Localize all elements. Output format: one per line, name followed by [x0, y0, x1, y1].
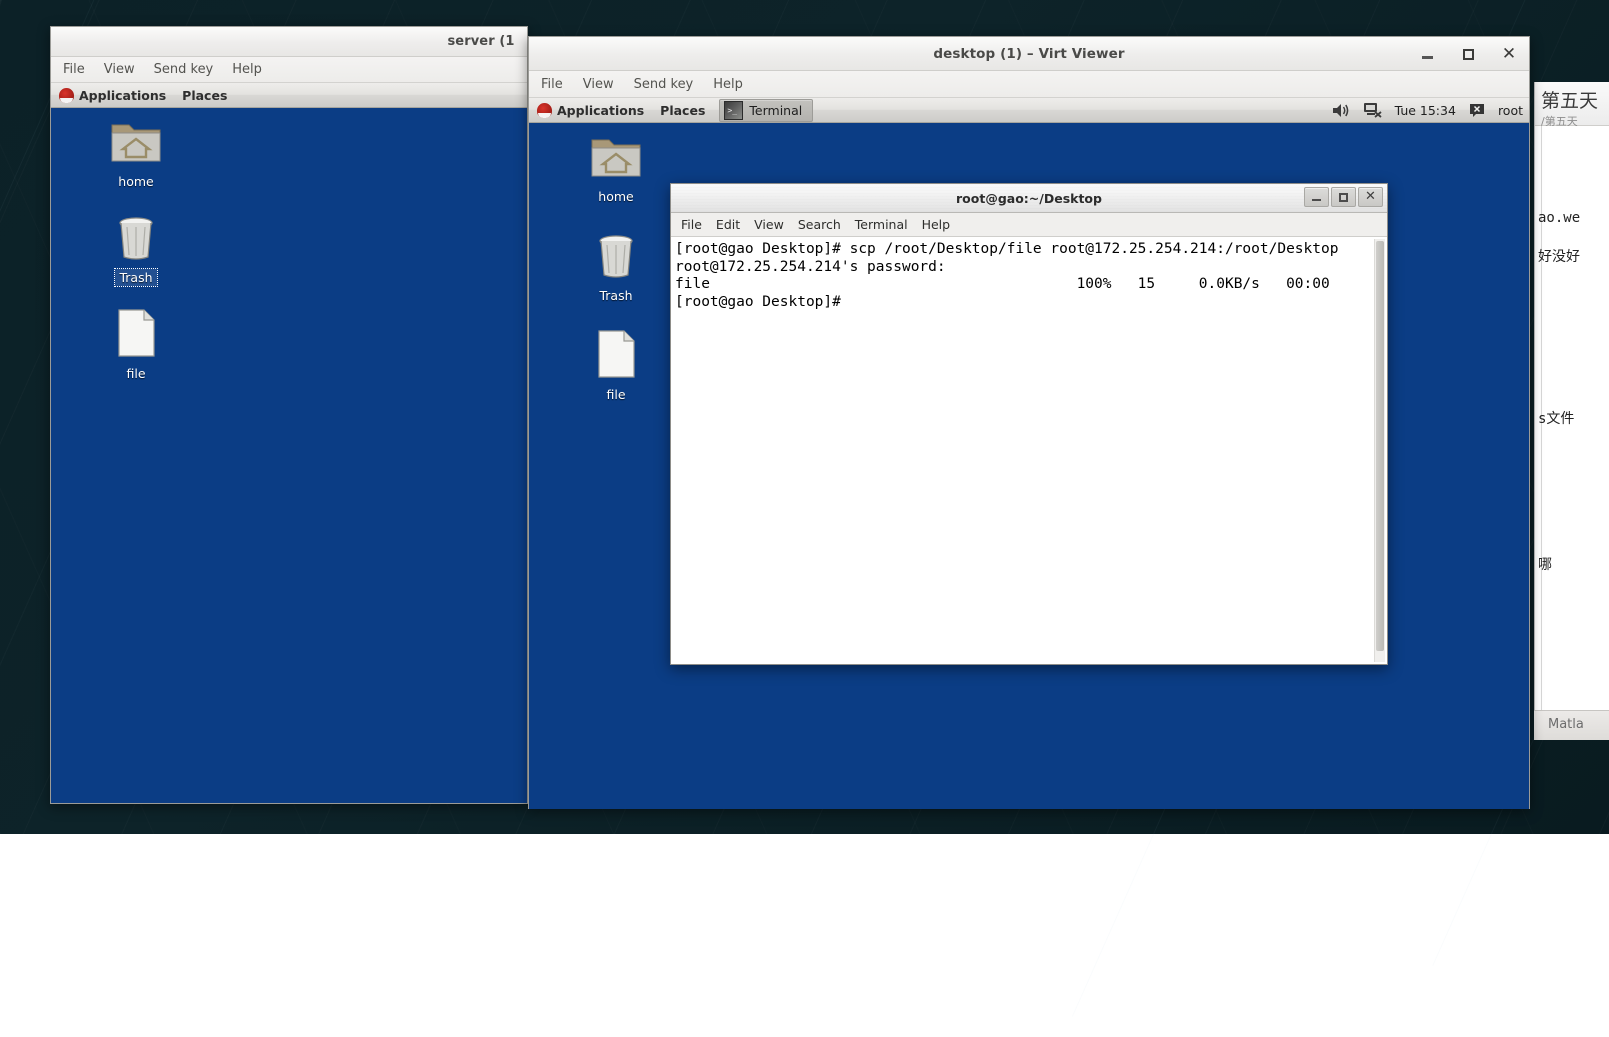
user-status-icon[interactable] [1469, 103, 1485, 118]
server-places-label: Places [182, 88, 227, 103]
desktop-places-menu[interactable]: Places [652, 98, 713, 122]
terminal-window-title: root@gao:~/Desktop [956, 191, 1102, 206]
maximize-icon [1463, 49, 1474, 60]
server-gnome-panel[interactable]: Applications Places [51, 83, 527, 108]
desktop-desktop-icon-trash[interactable]: Trash [578, 232, 654, 304]
desktop-applications-label: Applications [557, 103, 644, 118]
trash-icon [111, 214, 161, 262]
panel-clock[interactable]: Tue 15:34 [1395, 103, 1456, 118]
terminal-scrollbar[interactable] [1374, 239, 1385, 662]
desktop-desktop-icon-home-label: home [594, 188, 637, 205]
server-guest-desktop[interactable]: home Trash file [51, 108, 527, 803]
terminal-icon: >_ [724, 101, 743, 120]
background-text-line: ao.we [1538, 210, 1580, 226]
terminal-menu-edit[interactable]: Edit [716, 217, 740, 232]
terminal-menubar[interactable]: File Edit View Search Terminal Help [671, 213, 1387, 237]
terminal-menu-terminal[interactable]: Terminal [855, 217, 908, 232]
server-window-menubar[interactable]: File View Send key Help [51, 57, 527, 83]
server-desktop-icon-home-label: home [114, 173, 157, 190]
minimize-button[interactable] [1419, 46, 1435, 62]
desktop-window-titlebar[interactable]: desktop (1) – Virt Viewer ✕ [529, 37, 1529, 71]
server-desktop-icon-file[interactable]: file [98, 308, 174, 382]
network-disconnected-icon[interactable] [1363, 102, 1382, 118]
server-desktop-icon-home[interactable]: home [98, 120, 174, 190]
background-text-line: s文件 [1538, 408, 1574, 428]
server-virt-viewer-window[interactable]: server (1 File View Send key Help Applic… [50, 26, 528, 804]
red-hat-icon [59, 88, 74, 103]
server-applications-label: Applications [79, 88, 166, 103]
background-text-line: 哪 [1538, 554, 1552, 574]
background-document-window[interactable]: 第五天 /第五天 ao.we 好没好 s文件 哪 [1534, 82, 1609, 718]
desktop-virt-viewer-window[interactable]: desktop (1) – Virt Viewer ✕ File View Se… [528, 36, 1530, 809]
desktop-menu-view[interactable]: View [583, 77, 614, 92]
desktop-desktop-icon-home[interactable]: home [578, 135, 654, 205]
server-menu-file[interactable]: File [63, 62, 85, 77]
red-hat-icon [537, 103, 552, 118]
terminal-output-area[interactable]: [root@gao Desktop]# scp /root/Desktop/fi… [671, 237, 1387, 664]
terminal-window[interactable]: root@gao:~/Desktop ✕ File Edit View [670, 183, 1388, 665]
background-app-header: 第五天 /第五天 [1535, 82, 1609, 126]
desktop-gnome-panel[interactable]: Applications Places >_ Terminal [529, 98, 1529, 123]
terminal-menu-view[interactable]: View [754, 217, 784, 232]
desktop-window-buttons[interactable]: ✕ [1419, 37, 1517, 71]
document-icon [594, 329, 638, 379]
volume-icon[interactable] [1332, 103, 1350, 118]
close-icon: ✕ [1502, 47, 1516, 61]
background-taskbar-item-matlab[interactable]: Matla [1534, 711, 1609, 739]
home-folder-icon [109, 120, 163, 166]
desktop-guest-desktop[interactable]: home Trash file root@gao:~/Desktop [529, 123, 1529, 809]
terminal-scrollbar-thumb[interactable] [1376, 241, 1384, 651]
server-desktop-icon-trash[interactable]: Trash [98, 214, 174, 286]
close-button[interactable]: ✕ [1501, 46, 1517, 62]
desktop-menu-help[interactable]: Help [713, 77, 743, 92]
server-window-titlebar[interactable]: server (1 [51, 27, 527, 57]
background-app-page: ao.we 好没好 s文件 哪 [1541, 126, 1609, 718]
terminal-output-text: [root@gao Desktop]# scp /root/Desktop/fi… [675, 241, 1387, 311]
background-app-taskbar[interactable]: Matla [1534, 710, 1609, 740]
terminal-titlebar[interactable]: root@gao:~/Desktop ✕ [671, 184, 1387, 213]
server-desktop-icon-file-label: file [122, 365, 149, 382]
server-menu-send-key[interactable]: Send key [154, 62, 214, 77]
trash-icon [591, 232, 641, 280]
desktop-window-menubar[interactable]: File View Send key Help [529, 71, 1529, 98]
terminal-minimize-button[interactable] [1304, 187, 1329, 207]
background-text-line: 好没好 [1538, 246, 1580, 266]
desktop-desktop-icon-trash-label: Trash [595, 287, 636, 304]
desktop-places-label: Places [660, 103, 705, 118]
server-menu-help[interactable]: Help [232, 62, 262, 77]
terminal-menu-search[interactable]: Search [798, 217, 841, 232]
desktop-panel-tray[interactable]: Tue 15:34 root [1332, 98, 1523, 122]
desktop-desktop-icon-file[interactable]: file [578, 329, 654, 403]
panel-user-name[interactable]: root [1498, 103, 1523, 118]
terminal-close-button[interactable]: ✕ [1358, 187, 1383, 207]
server-desktop-icon-trash-label: Trash [115, 269, 156, 286]
background-app-title: 第五天 [1541, 86, 1609, 113]
home-folder-icon [589, 135, 643, 181]
desktop-menu-file[interactable]: File [541, 77, 563, 92]
minimize-icon [1312, 199, 1321, 201]
maximize-icon [1339, 193, 1348, 202]
taskbar-item-terminal-label: Terminal [749, 103, 802, 118]
desktop-desktop-icon-file-label: file [602, 386, 629, 403]
terminal-menu-help[interactable]: Help [922, 217, 951, 232]
terminal-menu-file[interactable]: File [681, 217, 702, 232]
desktop-menu-send-key[interactable]: Send key [634, 77, 694, 92]
terminal-window-buttons[interactable]: ✕ [1304, 187, 1383, 207]
document-icon [114, 308, 158, 358]
terminal-maximize-button[interactable] [1331, 187, 1356, 207]
server-places-menu[interactable]: Places [174, 83, 235, 107]
desktop-window-list[interactable]: >_ Terminal [719, 98, 813, 122]
desktop-window-title: desktop (1) – Virt Viewer [933, 46, 1124, 62]
close-icon: ✕ [1365, 191, 1376, 203]
maximize-button[interactable] [1460, 46, 1476, 62]
minimize-icon [1422, 56, 1433, 59]
desktop-applications-menu[interactable]: Applications [529, 98, 652, 122]
taskbar-item-terminal[interactable]: >_ Terminal [719, 99, 813, 122]
server-menu-view[interactable]: View [104, 62, 135, 77]
server-applications-menu[interactable]: Applications [51, 83, 174, 107]
